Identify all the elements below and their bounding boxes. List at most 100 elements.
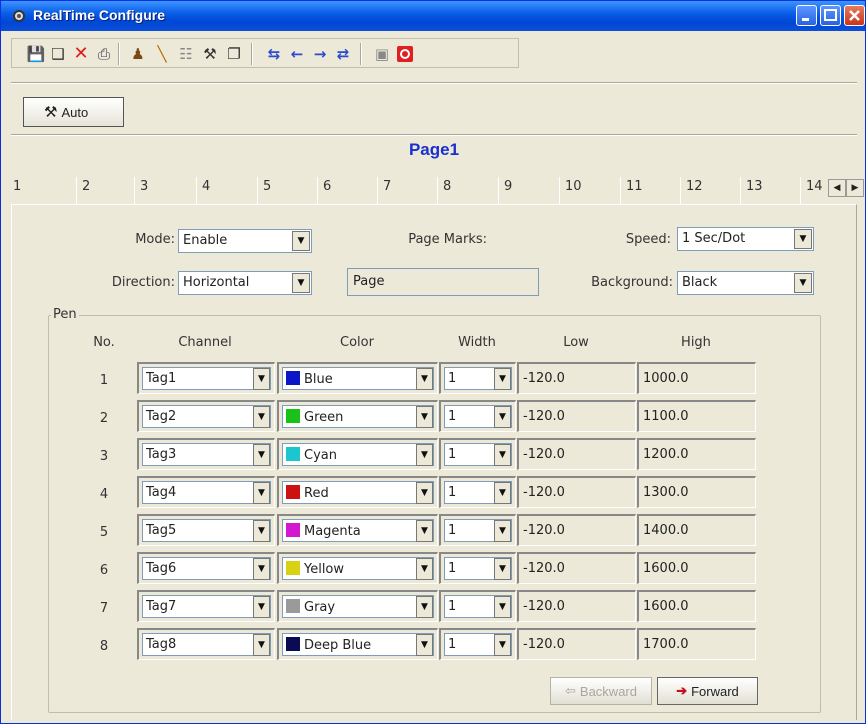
tab-scroll-right-button[interactable]: ▶ — [846, 179, 864, 197]
low-value-input[interactable]: -120.0 — [517, 552, 636, 584]
low-value-input[interactable]: -120.0 — [517, 438, 636, 470]
tab-1[interactable]: 1 — [11, 177, 69, 205]
high-value-input[interactable]: 1400.0 — [637, 514, 756, 546]
dropdown-arrow-icon[interactable]: ▼ — [416, 406, 433, 428]
high-value-input[interactable]: 1200.0 — [637, 438, 756, 470]
width-select[interactable]: 1 ▼ — [439, 362, 516, 394]
channel-select[interactable]: Tag5 ▼ — [137, 514, 275, 546]
low-value-input[interactable]: -120.0 — [517, 476, 636, 508]
width-select[interactable]: 1 ▼ — [439, 476, 516, 508]
mode-select[interactable]: Enable ▼ — [178, 229, 312, 253]
dropdown-arrow-icon[interactable]: ▼ — [416, 596, 433, 618]
print-icon[interactable]: ⎙ — [94, 44, 114, 64]
dropdown-arrow-icon[interactable]: ▼ — [253, 444, 270, 466]
tab-5[interactable]: 5 — [257, 177, 318, 205]
width-select[interactable]: 1 ▼ — [439, 590, 516, 622]
low-value-input[interactable]: -120.0 — [517, 628, 636, 660]
tab-8[interactable]: 8 — [437, 177, 498, 205]
high-value-input[interactable]: 1300.0 — [637, 476, 756, 508]
tab-7[interactable]: 7 — [377, 177, 438, 205]
delete-icon[interactable]: ✕ — [71, 44, 91, 64]
background-select[interactable]: Black ▼ — [677, 271, 814, 295]
dropdown-arrow-icon[interactable]: ▼ — [494, 444, 511, 466]
color-select[interactable]: Red ▼ — [277, 476, 438, 508]
direction-select[interactable]: Horizontal ▼ — [178, 271, 312, 295]
dropdown-arrow-icon[interactable]: ▼ — [494, 406, 511, 428]
dropdown-arrow-icon[interactable]: ▼ — [416, 520, 433, 542]
tab-14[interactable]: 14 — [800, 177, 830, 205]
dropdown-arrow-icon[interactable]: ▼ — [416, 444, 433, 466]
width-select[interactable]: 1 ▼ — [439, 628, 516, 660]
dropdown-arrow-icon[interactable]: ▼ — [494, 482, 511, 504]
dropdown-arrow-icon[interactable]: ▼ — [253, 634, 270, 656]
channel-select[interactable]: Tag1 ▼ — [137, 362, 275, 394]
form-icon[interactable]: ☷ — [176, 44, 196, 64]
speed-select[interactable]: 1 Sec/Dot ▼ — [677, 227, 814, 251]
dropdown-arrow-icon[interactable]: ▼ — [253, 558, 270, 580]
width-select[interactable]: 1 ▼ — [439, 552, 516, 584]
dropdown-arrow-icon[interactable]: ▼ — [794, 273, 812, 293]
channel-select[interactable]: Tag2 ▼ — [137, 400, 275, 432]
tab-4[interactable]: 4 — [196, 177, 257, 205]
low-value-input[interactable]: -120.0 — [517, 400, 636, 432]
dropdown-arrow-icon[interactable]: ▼ — [253, 596, 270, 618]
save-as-icon[interactable]: ❑ — [48, 44, 68, 64]
tab-11[interactable]: 11 — [620, 177, 680, 205]
move-last-icon[interactable]: ⇄ — [333, 44, 353, 64]
low-value-input[interactable]: -120.0 — [517, 514, 636, 546]
pen-icon[interactable]: ♟ — [128, 44, 148, 64]
tab-3[interactable]: 3 — [134, 177, 195, 205]
dropdown-arrow-icon[interactable]: ▼ — [253, 520, 270, 542]
dropdown-arrow-icon[interactable]: ▼ — [292, 231, 310, 251]
tab-2[interactable]: 2 — [76, 177, 133, 205]
channel-select[interactable]: Tag7 ▼ — [137, 590, 275, 622]
tab-9[interactable]: 9 — [498, 177, 559, 205]
color-select[interactable]: Green ▼ — [277, 400, 438, 432]
page-marks-input[interactable]: Page — [347, 268, 539, 296]
dropdown-arrow-icon[interactable]: ▼ — [253, 406, 270, 428]
channel-select[interactable]: Tag4 ▼ — [137, 476, 275, 508]
dropdown-arrow-icon[interactable]: ▼ — [794, 229, 812, 249]
width-select[interactable]: 1 ▼ — [439, 400, 516, 432]
maximize-button[interactable] — [820, 5, 841, 26]
dropdown-arrow-icon[interactable]: ▼ — [253, 482, 270, 504]
backward-button[interactable]: ⇦ Backward — [550, 677, 652, 705]
tab-6[interactable]: 6 — [317, 177, 377, 205]
dropdown-arrow-icon[interactable]: ▼ — [416, 634, 433, 656]
dropdown-arrow-icon[interactable]: ▼ — [253, 368, 270, 390]
dropdown-arrow-icon[interactable]: ▼ — [416, 368, 433, 390]
high-value-input[interactable]: 1100.0 — [637, 400, 756, 432]
close-button[interactable] — [844, 5, 865, 26]
channel-select[interactable]: Tag8 ▼ — [137, 628, 275, 660]
dropdown-arrow-icon[interactable]: ▼ — [494, 634, 511, 656]
color-select[interactable]: Cyan ▼ — [277, 438, 438, 470]
tab-scroll-left-button[interactable]: ◀ — [828, 179, 846, 197]
dropdown-arrow-icon[interactable]: ▼ — [292, 273, 310, 293]
tab-13[interactable]: 13 — [740, 177, 800, 205]
dropdown-arrow-icon[interactable]: ▼ — [494, 520, 511, 542]
color-select[interactable]: Gray ▼ — [277, 590, 438, 622]
high-value-input[interactable]: 1600.0 — [637, 590, 756, 622]
auto-button[interactable]: ⚒ Auto — [23, 97, 124, 127]
color-select[interactable]: Deep Blue ▼ — [277, 628, 438, 660]
color-select[interactable]: Blue ▼ — [277, 362, 438, 394]
info-icon[interactable]: ▣ — [372, 44, 392, 64]
draw-icon[interactable]: ╲ — [152, 44, 172, 64]
dropdown-arrow-icon[interactable]: ▼ — [494, 558, 511, 580]
title-bar[interactable]: RealTime Configure — [1, 1, 865, 31]
dropdown-arrow-icon[interactable]: ▼ — [494, 368, 511, 390]
stop-icon[interactable] — [395, 44, 415, 64]
high-value-input[interactable]: 1600.0 — [637, 552, 756, 584]
export-icon[interactable]: ❐ — [224, 44, 244, 64]
width-select[interactable]: 1 ▼ — [439, 438, 516, 470]
channel-select[interactable]: Tag3 ▼ — [137, 438, 275, 470]
tab-10[interactable]: 10 — [559, 177, 620, 205]
settings-icon[interactable]: ⚒ — [200, 44, 220, 64]
width-select[interactable]: 1 ▼ — [439, 514, 516, 546]
dropdown-arrow-icon[interactable]: ▼ — [416, 558, 433, 580]
move-left-icon[interactable]: ← — [287, 44, 307, 64]
channel-select[interactable]: Tag6 ▼ — [137, 552, 275, 584]
tab-12[interactable]: 12 — [680, 177, 741, 205]
move-first-icon[interactable]: ⇆ — [264, 44, 284, 64]
low-value-input[interactable]: -120.0 — [517, 362, 636, 394]
